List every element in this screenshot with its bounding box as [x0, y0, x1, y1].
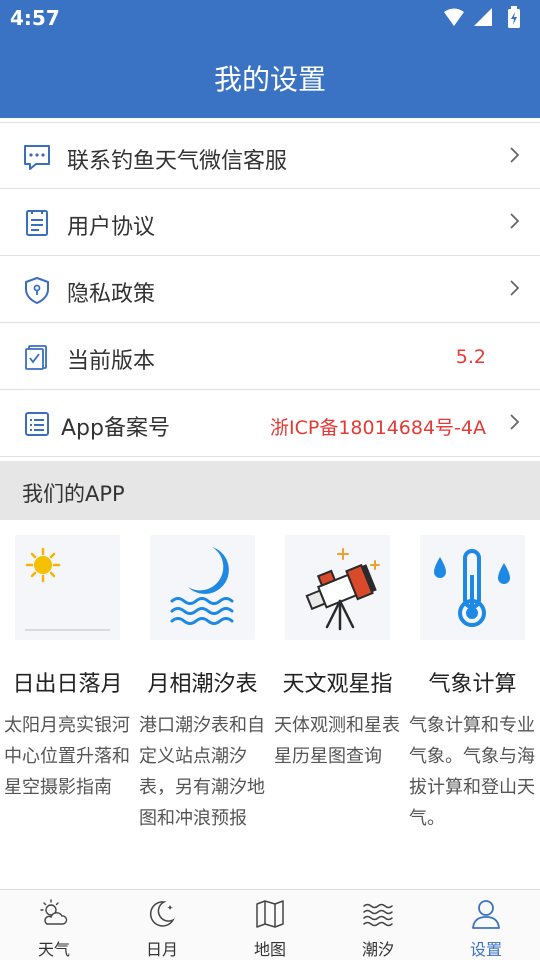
thermometer-icon — [420, 535, 525, 640]
status-icons — [444, 6, 520, 28]
chevron-right-icon — [510, 414, 520, 430]
page-title: 我的设置 — [213, 63, 326, 96]
app-name: 月相潮汐表 — [147, 672, 258, 697]
signal-icon — [474, 8, 492, 26]
telescope-icon — [285, 535, 390, 640]
menu-item-label: App备案号 — [61, 416, 170, 441]
menu-item-label: 联系钓鱼天气微信客服 — [67, 149, 288, 174]
sun-moon-icon — [15, 535, 120, 640]
menu-item-label: 隐私政策 — [67, 282, 156, 307]
icp-record-value: 浙ICP备18014684号-4A — [270, 417, 486, 439]
chevron-right-icon — [510, 147, 520, 163]
menu-item-icp-record[interactable]: App备案号 浙ICP备18014684号-4A — [0, 390, 540, 457]
app-description: 太阳月亮实银河中心位置升落和星空摄影指南 — [4, 715, 130, 798]
tab-label: 天气 — [37, 940, 70, 959]
app-name: 日出日落月 — [12, 672, 123, 697]
menu-item-wechat-support[interactable]: 联系钓鱼天气微信客服 — [0, 122, 540, 189]
moon-icon — [149, 901, 175, 927]
menu-item-current-version: 当前版本 5.2 — [0, 323, 540, 390]
section-title: 我们的APP — [22, 482, 125, 506]
apps-grid: 日出日落月 太阳月亮实银河中心位置升落和星空摄影指南 月相潮汐表 港口潮汐表和自… — [0, 520, 540, 890]
shield-icon — [25, 277, 49, 304]
app-card-sun-moon[interactable]: 日出日落月 太阳月亮实银河中心位置升落和星空摄影指南 — [0, 520, 135, 890]
app-name: 气象计算 — [428, 672, 517, 697]
tab-tide[interactable]: 潮汐 — [324, 890, 432, 960]
menu-item-user-agreement[interactable]: 用户协议 — [0, 189, 540, 256]
status-time: 4:57 — [10, 6, 60, 30]
battery-icon — [508, 6, 520, 28]
app-name: 天文观星指 — [282, 672, 393, 697]
version-icon — [25, 345, 47, 370]
waves-icon — [363, 903, 393, 927]
menu-item-privacy-policy[interactable]: 隐私政策 — [0, 256, 540, 323]
chevron-right-icon — [510, 213, 520, 229]
app-card-weather-calc[interactable]: 气象计算 气象计算和专业气象。气象与海拔计算和登山天气。 — [405, 520, 540, 890]
document-icon — [26, 210, 48, 236]
app-card-moon-tide[interactable]: 月相潮汐表 港口潮汐表和自定义站点潮汐表，另有潮汐地图和冲浪预报 — [135, 520, 270, 890]
app-description: 气象计算和专业气象。气象与海拔计算和登山天气。 — [409, 715, 535, 829]
status-bar: 4:57 — [0, 0, 540, 36]
tab-label: 设置 — [469, 940, 502, 959]
chat-icon — [24, 145, 50, 170]
wifi-icon — [444, 8, 464, 26]
menu-item-label: 用户协议 — [67, 215, 156, 240]
app-description: 天体观测和星表星历星图查询 — [274, 715, 400, 767]
weather-icon — [40, 899, 68, 925]
tab-weather[interactable]: 天气 — [0, 890, 108, 960]
app-header: 4:57 我的设置 — [0, 0, 540, 118]
chevron-right-icon — [510, 280, 520, 296]
tab-label: 日月 — [145, 940, 178, 959]
version-value: 5.2 — [455, 346, 486, 368]
tab-label: 地图 — [253, 940, 286, 959]
menu-item-label: 当前版本 — [67, 349, 156, 374]
settings-menu: 联系钓鱼天气微信客服 用户协议 隐私政策 当前版本 5.2 App备案号 浙IC… — [0, 122, 540, 457]
tab-settings[interactable]: 设置 — [432, 890, 540, 960]
bottom-tab-bar: 天气 日月 地图 潮汐 设置 — [0, 889, 540, 960]
map-icon — [256, 900, 284, 928]
section-header: 我们的APP — [0, 461, 540, 520]
tab-sun-moon[interactable]: 日月 — [108, 890, 216, 960]
app-description: 港口潮汐表和自定义站点潮汐表，另有潮汐地图和冲浪预报 — [139, 715, 265, 829]
record-icon — [25, 412, 49, 436]
app-card-telescope[interactable]: 天文观星指 天体观测和星表星历星图查询 — [270, 520, 405, 890]
person-icon — [472, 900, 500, 929]
tab-map[interactable]: 地图 — [216, 890, 324, 960]
moon-tide-icon — [150, 535, 255, 640]
tab-label: 潮汐 — [361, 940, 394, 959]
